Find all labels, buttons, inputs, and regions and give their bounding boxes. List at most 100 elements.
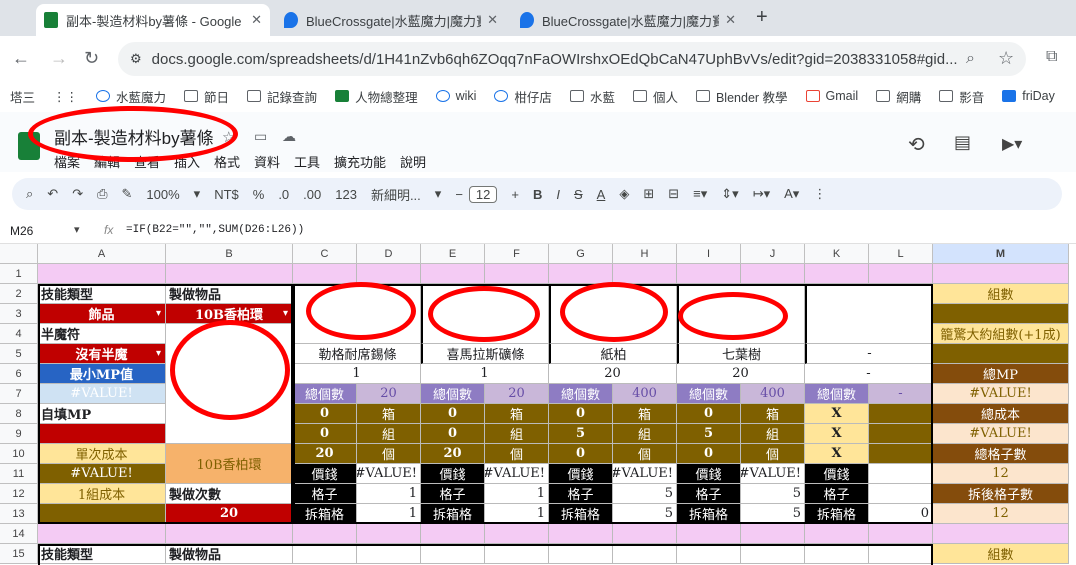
cell-a15[interactable]: 技能類型 — [38, 544, 166, 564]
url-omnibox[interactable]: ⚙ docs.google.com/spreadsheets/d/1H41nZv… — [118, 42, 1026, 76]
number-format-button[interactable]: 123 — [335, 187, 357, 202]
font-size-input[interactable]: 12 — [468, 185, 498, 203]
cell-h15[interactable] — [613, 544, 677, 564]
cell-e1[interactable] — [421, 264, 485, 284]
tab-bluecrossgate-1[interactable]: BlueCrossgate|水藍魔力|魔力寶 ✕ — [276, 4, 506, 36]
new-tab-button[interactable]: + — [756, 6, 768, 29]
cell-c10[interactable]: 20 — [293, 444, 357, 464]
column-header-a[interactable]: A — [38, 244, 166, 264]
cell-d7[interactable]: 20 — [357, 384, 421, 404]
cell-h1[interactable] — [613, 264, 677, 284]
cell-g5[interactable]: 紙柏 — [549, 344, 677, 364]
dropdown-chevron-icon[interactable]: ▾ — [156, 348, 161, 359]
cell-e5[interactable]: 喜馬拉斯礦條 — [421, 344, 549, 364]
column-header-b[interactable]: B — [166, 244, 293, 264]
cell-g10[interactable]: 0 — [549, 444, 613, 464]
history-icon[interactable]: ⟲ — [908, 132, 925, 157]
cell-g8[interactable]: 0 — [549, 404, 613, 424]
cell-c1[interactable] — [293, 264, 357, 284]
row-header-3[interactable]: 3 — [0, 304, 38, 324]
bookmark-item[interactable]: 影音 — [939, 87, 984, 106]
font-select[interactable]: 新細明... — [371, 185, 421, 204]
reload-icon[interactable]: ↻ — [84, 48, 99, 69]
cell-e8[interactable]: 0 — [421, 404, 485, 424]
formula-input[interactable]: =IF(B22="","",SUM(D26:L26)) — [126, 224, 304, 236]
cell-j1[interactable] — [741, 264, 805, 284]
menu-help[interactable]: 說明 — [400, 152, 426, 171]
column-header-m[interactable]: M — [933, 244, 1069, 264]
cell-a7[interactable]: #VALUE! — [38, 384, 166, 404]
font-size-increase-button[interactable]: + — [511, 187, 519, 202]
cell-c7[interactable]: 總個數 — [293, 384, 357, 404]
cell-g11[interactable]: 價錢 — [549, 464, 613, 484]
more-options-icon[interactable]: ⋮ — [813, 186, 826, 202]
cell-k11[interactable]: 價錢 — [805, 464, 869, 484]
cell-h10[interactable]: 個 — [613, 444, 677, 464]
cell-m9[interactable]: #VALUE! — [933, 424, 1069, 444]
cell-e14[interactable] — [421, 524, 485, 544]
undo-icon[interactable]: ↶ — [47, 186, 58, 202]
bold-button[interactable]: B — [533, 187, 542, 202]
move-folder-icon[interactable]: ▭ — [254, 128, 267, 145]
zoom-search-icon[interactable]: ⌕ — [966, 50, 975, 68]
paint-format-icon[interactable]: ✎ — [122, 186, 133, 202]
search-menus-icon[interactable]: ⌕ — [26, 186, 33, 202]
cell-f1[interactable] — [485, 264, 549, 284]
cell-g7[interactable]: 總個數 — [549, 384, 613, 404]
cell-l7[interactable]: - — [869, 384, 933, 404]
cell-c9[interactable]: 0 — [293, 424, 357, 444]
cell-j14[interactable] — [741, 524, 805, 544]
cell-l15[interactable] — [869, 544, 933, 564]
cell-l9[interactable] — [869, 424, 933, 444]
cell-k12[interactable]: 格子 — [805, 484, 869, 504]
cell-l12[interactable] — [869, 484, 933, 504]
column-header-j[interactable]: J — [741, 244, 805, 264]
cell-b15[interactable]: 製做物品 — [166, 544, 293, 564]
cell-j13[interactable]: 5 — [741, 504, 805, 524]
bookmark-item[interactable]: 人物總整理 — [335, 87, 418, 106]
menu-data[interactable]: 資料 — [254, 152, 280, 171]
cell-h11[interactable]: #VALUE! — [613, 464, 677, 484]
cell-a14[interactable] — [38, 524, 166, 544]
align-horizontal-icon[interactable]: ≡▾ — [693, 186, 707, 202]
cell-i14[interactable] — [677, 524, 741, 544]
cell-c8[interactable]: 0 — [293, 404, 357, 424]
cell-f10[interactable]: 個 — [485, 444, 549, 464]
cell-k6[interactable]: - — [805, 364, 933, 384]
cell-l13[interactable]: 0 — [869, 504, 933, 524]
cell-k10[interactable]: X — [805, 444, 869, 464]
cell-i5[interactable]: 七葉樹 — [677, 344, 805, 364]
fill-color-icon[interactable]: ◈ — [619, 186, 629, 202]
cell-i10[interactable]: 0 — [677, 444, 741, 464]
cell-b2[interactable]: 製做物品 — [166, 284, 293, 304]
cell-a9[interactable] — [38, 424, 166, 444]
cell-l1[interactable] — [869, 264, 933, 284]
redo-icon[interactable]: ↷ — [72, 186, 83, 202]
close-tab-icon[interactable]: ✕ — [251, 12, 262, 28]
cell-f15[interactable] — [485, 544, 549, 564]
spreadsheet-grid[interactable]: A B C D E F G H I J K L M 1 2 3 4 5 6 7 8 9 10 11 12 13 14 15 技能類型 製做… — [0, 244, 1076, 565]
cell-a8[interactable]: 自填MP — [38, 404, 166, 424]
text-color-button[interactable]: A — [597, 187, 606, 202]
cell-c11[interactable]: 價錢 — [293, 464, 357, 484]
percent-format-button[interactable]: % — [253, 187, 265, 202]
cell-h14[interactable] — [613, 524, 677, 544]
site-info-icon[interactable]: ⚙ — [130, 51, 142, 67]
cell-d13[interactable]: 1 — [357, 504, 421, 524]
cell-g13[interactable]: 拆箱格 — [549, 504, 613, 524]
cell-f9[interactable]: 組 — [485, 424, 549, 444]
cell-l11[interactable] — [869, 464, 933, 484]
cell-e11[interactable]: 價錢 — [421, 464, 485, 484]
cell-b12[interactable]: 製做次數 — [166, 484, 293, 504]
bookmark-item[interactable]: 節日 — [184, 87, 229, 106]
menu-extensions[interactable]: 擴充功能 — [334, 152, 386, 171]
cell-d14[interactable] — [357, 524, 421, 544]
cell-h12[interactable]: 5 — [613, 484, 677, 504]
cell-h13[interactable]: 5 — [613, 504, 677, 524]
cell-g14[interactable] — [549, 524, 613, 544]
cell-j11[interactable]: #VALUE! — [741, 464, 805, 484]
cell-m5[interactable] — [933, 344, 1069, 364]
cell-c13[interactable]: 拆箱格 — [293, 504, 357, 524]
cell-f12[interactable]: 1 — [485, 484, 549, 504]
cell-d12[interactable]: 1 — [357, 484, 421, 504]
